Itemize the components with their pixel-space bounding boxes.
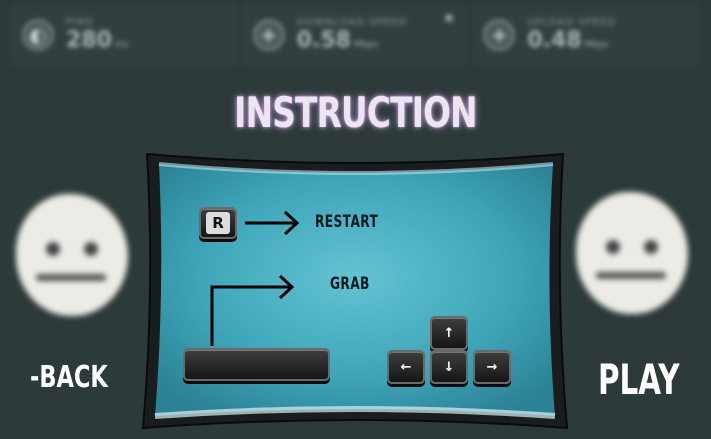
speedtest-stats-bar: ◐ PING 280 ms + DOWNLOAD SPEED 0.58 Mbps +… (10, 4, 700, 66)
upload-label: UPLOAD SPEED (527, 17, 617, 28)
r-key: R (199, 207, 237, 239)
upload-value: 0.48 (527, 28, 582, 53)
download-arrow-icon: + (252, 19, 285, 51)
ping-gauge-icon: ◐ (22, 19, 54, 51)
troll-face-right-icon (576, 192, 688, 314)
page-title: INSTRUCTION (234, 88, 477, 137)
download-label: DOWNLOAD SPEED (296, 17, 407, 28)
arrow-up-key: ↑ (430, 316, 468, 350)
upload-arrow-icon: + (483, 19, 516, 51)
r-key-cap: R (206, 212, 230, 234)
ping-unit: ms (114, 40, 129, 50)
ping-label: PING (66, 17, 95, 28)
arrow-down-key: ↓ (430, 350, 468, 384)
grab-label: GRAB (330, 274, 370, 294)
status-dot-icon (445, 14, 454, 22)
arrow-right-key: → (473, 350, 511, 384)
arrow-left-key: ← (387, 350, 425, 384)
troll-face-left-icon (16, 194, 128, 316)
download-value: 0.58 (296, 28, 351, 53)
download-stat: + DOWNLOAD SPEED 0.58 Mbps (238, 4, 470, 66)
restart-label: RESTART (315, 212, 379, 232)
play-button[interactable]: PLAY (598, 355, 680, 404)
upload-stat: + UPLOAD SPEED 0.48 Mbps (469, 4, 700, 66)
ping-stat: ◐ PING 280 ms (10, 4, 239, 66)
instruction-panel: R RESTART GRAB ↑ ← ↓ → (135, 150, 575, 432)
back-button[interactable]: -BACK (30, 360, 108, 395)
spacebar-key (183, 348, 330, 381)
download-unit: Mbps (353, 40, 378, 50)
ping-value: 280 (66, 28, 112, 53)
upload-unit: Mbps (584, 40, 609, 50)
